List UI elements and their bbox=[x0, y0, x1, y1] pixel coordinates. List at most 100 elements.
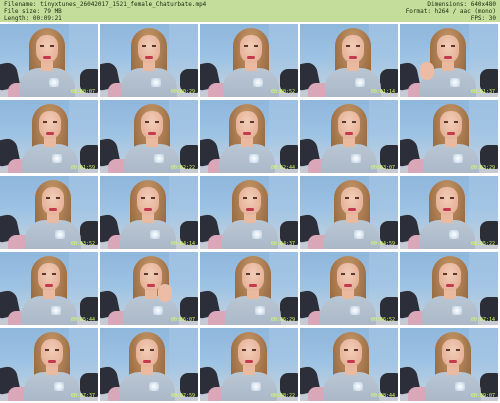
lips bbox=[446, 284, 454, 287]
lips bbox=[347, 360, 355, 363]
shirt-print bbox=[149, 382, 159, 391]
thumbnail-frame: 00:00:29 bbox=[100, 24, 198, 97]
shirt-print bbox=[150, 230, 160, 239]
shirt-print bbox=[353, 382, 363, 391]
shirt-print bbox=[51, 306, 61, 315]
timestamp-label: 00:06:29 bbox=[270, 317, 295, 323]
timestamp-label: 00:06:52 bbox=[370, 317, 395, 323]
lips bbox=[45, 284, 53, 287]
thumbnail-frame: 00:07:37 bbox=[0, 328, 98, 401]
lips bbox=[143, 360, 151, 363]
thumbnail-frame: 00:00:52 bbox=[200, 24, 298, 97]
fps-text: FPS: 30 bbox=[470, 15, 496, 22]
thumbnail-frame: 00:04:59 bbox=[300, 176, 398, 249]
shirt bbox=[121, 68, 177, 97]
eyes bbox=[42, 273, 56, 275]
eyes bbox=[342, 121, 356, 123]
thumbnail-frame: 00:06:29 bbox=[200, 252, 298, 325]
shirt-print bbox=[351, 154, 361, 163]
timestamp-label: 00:01:59 bbox=[70, 165, 95, 171]
hand bbox=[420, 62, 434, 80]
shirt bbox=[22, 144, 78, 173]
eyes bbox=[142, 45, 156, 47]
lips bbox=[145, 56, 153, 59]
thumbnail-frame: 00:01:37 bbox=[400, 24, 498, 97]
thumbnail-frame: 00:06:52 bbox=[300, 252, 398, 325]
filename-text: Filename: tinyxtunes_26042017_1521_femal… bbox=[4, 1, 207, 8]
shirt bbox=[222, 220, 278, 249]
eyes bbox=[341, 273, 355, 275]
timestamp-label: 00:03:07 bbox=[370, 165, 395, 171]
eyes bbox=[446, 349, 460, 351]
eyes bbox=[345, 197, 359, 199]
timestamp-label: 00:04:37 bbox=[270, 241, 295, 247]
timestamp-label: 00:01:14 bbox=[370, 89, 395, 95]
eyes bbox=[246, 273, 260, 275]
thumbnail-frame: 00:08:22 bbox=[200, 328, 298, 401]
eyes bbox=[145, 121, 159, 123]
timestamp-label: 00:07:14 bbox=[470, 317, 495, 323]
thumbnail-frame: 00:04:14 bbox=[100, 176, 198, 249]
thumbnail-frame: 00:06:07 bbox=[100, 252, 198, 325]
thumbnail-frame: 00:01:14 bbox=[300, 24, 398, 97]
shirt-print bbox=[49, 78, 59, 87]
thumbnail-frame: 00:09:07 bbox=[400, 328, 498, 401]
shirt-print bbox=[253, 78, 263, 87]
lips bbox=[349, 56, 357, 59]
shirt-print bbox=[255, 306, 265, 315]
lips bbox=[147, 284, 155, 287]
eyes bbox=[346, 45, 360, 47]
lips bbox=[449, 360, 457, 363]
lips bbox=[148, 132, 156, 135]
info-header: Filename: tinyxtunes_26042017_1521_femal… bbox=[0, 0, 500, 22]
shirt-print bbox=[450, 78, 460, 87]
thumbnail-frame: 00:03:52 bbox=[0, 176, 98, 249]
lips bbox=[43, 56, 51, 59]
eyes bbox=[344, 349, 358, 351]
lips bbox=[243, 132, 251, 135]
timestamp-label: 00:04:59 bbox=[370, 241, 395, 247]
eyes bbox=[141, 197, 155, 199]
eyes bbox=[244, 45, 258, 47]
lips bbox=[249, 284, 257, 287]
lips bbox=[46, 132, 54, 135]
timestamp-label: 00:05:22 bbox=[470, 241, 495, 247]
thumbnail-frame: 00:05:22 bbox=[400, 176, 498, 249]
shirt-print bbox=[350, 306, 360, 315]
timestamp-label: 00:02:44 bbox=[270, 165, 295, 171]
shirt-print bbox=[452, 306, 462, 315]
timestamp-label: 00:07:37 bbox=[70, 393, 95, 399]
shirt-print bbox=[54, 382, 64, 391]
thumbnail-frame: 00:03:29 bbox=[400, 100, 498, 173]
timestamp-label: 00:00:52 bbox=[270, 89, 295, 95]
shirt-print bbox=[153, 306, 163, 315]
shirt bbox=[221, 372, 277, 401]
thumbnail-frame: 00:05:44 bbox=[0, 252, 98, 325]
timestamp-label: 00:08:22 bbox=[270, 393, 295, 399]
shirt-print bbox=[354, 230, 364, 239]
shirt bbox=[19, 68, 75, 97]
thumbnail-frame: 00:02:44 bbox=[200, 100, 298, 173]
shirt-print bbox=[151, 78, 161, 87]
timestamp-label: 00:01:37 bbox=[470, 89, 495, 95]
hand bbox=[158, 284, 172, 302]
eyes bbox=[144, 273, 158, 275]
timestamp-label: 00:06:07 bbox=[170, 317, 195, 323]
timestamp-label: 00:04:14 bbox=[170, 241, 195, 247]
eyes bbox=[140, 349, 154, 351]
eyes bbox=[444, 121, 458, 123]
lips bbox=[245, 360, 253, 363]
eyes bbox=[243, 197, 257, 199]
lips bbox=[443, 208, 451, 211]
timestamp-label: 00:03:52 bbox=[70, 241, 95, 247]
shirt-print bbox=[453, 154, 463, 163]
shirt bbox=[119, 372, 175, 401]
thumbnail-frame: 00:01:59 bbox=[0, 100, 98, 173]
shirt bbox=[120, 220, 176, 249]
lips bbox=[246, 208, 254, 211]
dimensions-text: Dimensions: 640x480 bbox=[427, 1, 496, 8]
shirt-print bbox=[455, 382, 465, 391]
timestamp-label: 00:05:44 bbox=[70, 317, 95, 323]
lips bbox=[348, 208, 356, 211]
thumbnail-frame: 00:07:59 bbox=[100, 328, 198, 401]
